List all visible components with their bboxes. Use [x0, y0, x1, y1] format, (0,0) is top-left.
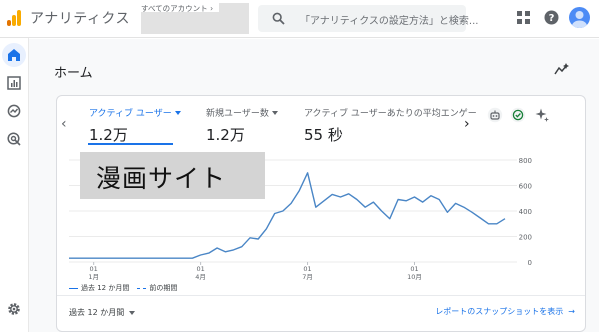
legend-dashed-swatch [137, 287, 147, 289]
metric-label: アクティブ ユーザー [89, 109, 172, 119]
apps-grid-icon[interactable] [517, 11, 530, 24]
left-nav-rail [0, 38, 29, 332]
nav-home[interactable] [2, 43, 26, 67]
advertising-target-icon[interactable] [7, 132, 21, 146]
y-tick-label: 800 [519, 157, 532, 165]
search-bar[interactable]: 「アナリティクスの設定方法」と検索... [258, 5, 478, 32]
sparkle-insights-icon[interactable] [534, 107, 550, 123]
account-avatar[interactable] [569, 7, 590, 28]
chevron-down-icon [174, 110, 181, 115]
avatar-person-icon [572, 11, 587, 28]
y-tick-label: 400 [519, 208, 532, 216]
metric-label: アクティブ ユーザーあたりの平均エンゲー [304, 109, 477, 119]
x-tick-label: 10月 [407, 273, 422, 281]
settings-gear-icon[interactable] [7, 302, 21, 316]
metric-new-users[interactable]: 新規ユーザー数 1.2万 [206, 106, 278, 145]
view-report-snapshot-link[interactable]: レポートのスナップショットを表示 → [435, 306, 575, 317]
x-tick-label: 01 [196, 265, 204, 273]
x-tick-label: 01 [410, 265, 418, 273]
x-tick-label: 4月 [195, 273, 206, 281]
y-tick-label: 0 [528, 259, 532, 267]
y-tick-label: 200 [519, 234, 532, 242]
x-tick-label: 01 [90, 265, 98, 273]
explore-icon[interactable] [7, 104, 21, 118]
card-divider [57, 295, 585, 296]
x-tick-label: 7月 [302, 273, 313, 281]
svg-text:?: ? [549, 13, 555, 24]
anomaly-robot-icon[interactable] [487, 107, 503, 123]
snapshot-link-label: レポートのスナップショットを表示 [435, 307, 564, 316]
account-breadcrumb[interactable]: すべてのアカウント › [141, 3, 213, 14]
metric-value: 1.2万 [89, 126, 128, 144]
x-tick-label: 1月 [88, 273, 99, 281]
chevron-down-icon [129, 310, 136, 315]
reports-bar-chart-icon[interactable] [7, 76, 21, 90]
metric-value: 1.2万 [206, 126, 245, 144]
metric-value: 55 秒 [304, 126, 343, 144]
help-icon[interactable]: ? [544, 10, 559, 25]
analytics-logo-icon[interactable] [6, 9, 22, 27]
legend-item-current: 過去 12 か月間 [69, 283, 129, 293]
x-tick-label: 01 [303, 265, 311, 273]
account-name-redacted[interactable] [141, 12, 249, 34]
overlay-text: 漫画サイト [96, 164, 227, 193]
card-prev-button[interactable]: ‹ [61, 116, 67, 132]
chevron-down-icon [271, 110, 278, 115]
date-range-label: 過去 12 か月間 [69, 308, 125, 317]
check-circle-icon[interactable] [510, 107, 526, 123]
chart-legend: 過去 12 か月間 前の期間 [69, 283, 177, 293]
search-icon [272, 12, 285, 25]
app-title: アナリティクス [30, 11, 130, 27]
card-next-button[interactable]: › [464, 116, 470, 132]
metric-active-users[interactable]: アクティブ ユーザー 1.2万 [89, 106, 181, 145]
search-placeholder: 「アナリティクスの設定方法」と検索... [300, 16, 479, 27]
active-metric-underline [88, 143, 173, 145]
metric-avg-engagement[interactable]: アクティブ ユーザーあたりの平均エンゲー 55 秒 [304, 106, 477, 145]
date-range-dropdown[interactable]: 過去 12 か月間 [69, 307, 136, 318]
arrow-right-icon: → [568, 307, 575, 316]
home-icon [8, 49, 20, 61]
redaction-label-overlay: 漫画サイト [80, 152, 265, 199]
legend-item-previous: 前の期間 [137, 283, 177, 293]
overview-card: ‹ アクティブ ユーザー 1.2万 新規ユーザー数 1.2万 アクティブ ユーザ… [56, 95, 586, 332]
legend-solid-swatch [69, 287, 78, 289]
account-redaction-block [219, 3, 249, 13]
metric-label: 新規ユーザー数 [206, 109, 269, 119]
y-tick-label: 600 [519, 183, 532, 191]
page-title: ホーム [54, 66, 93, 81]
top-bar: アナリティクス すべてのアカウント › 「アナリティクスの設定方法」と検索...… [0, 0, 599, 38]
insights-sparkline-icon[interactable] [554, 62, 570, 76]
